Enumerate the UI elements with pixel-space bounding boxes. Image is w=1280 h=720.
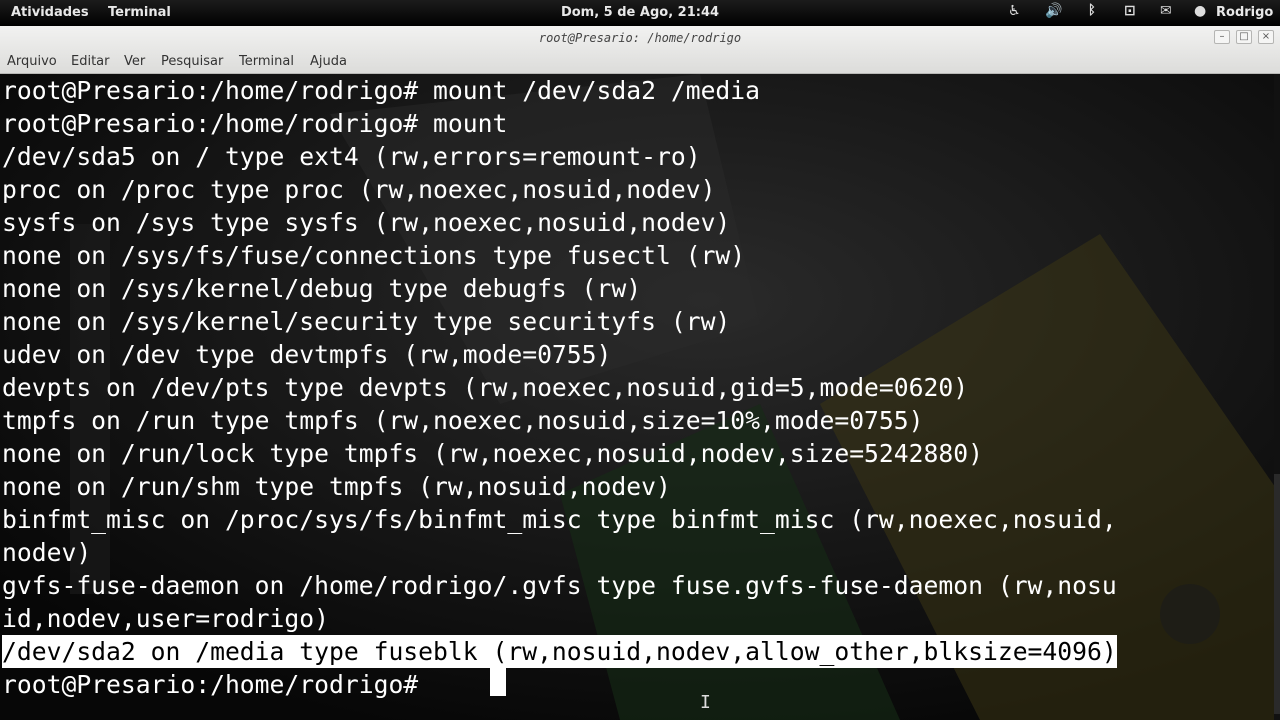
scrollbar[interactable] — [1274, 74, 1280, 720]
menu-ajuda[interactable]: Ajuda — [310, 54, 347, 69]
terminal-line: binfmt_misc on /proc/sys/fs/binfmt_misc … — [2, 505, 1117, 534]
scrollbar-thumb[interactable] — [1274, 474, 1280, 714]
terminal-line: id,nodev,user=rodrigo) — [2, 604, 329, 633]
terminal-line: udev on /dev type devtmpfs (rw,mode=0755… — [2, 340, 612, 369]
accessibility-icon[interactable]: ♿ — [1008, 3, 1021, 19]
menu-pesquisar[interactable]: Pesquisar — [161, 54, 223, 69]
terminal-line: none on /run/shm type tmpfs (rw,nosuid,n… — [2, 472, 671, 501]
volume-icon[interactable]: 🔊 — [1045, 3, 1062, 19]
terminal-line: none on /run/lock type tmpfs (rw,noexec,… — [2, 439, 983, 468]
chat-icon[interactable]: ✉ — [1160, 3, 1172, 19]
terminal-line: tmpfs on /run type tmpfs (rw,noexec,nosu… — [2, 406, 924, 435]
menu-editar[interactable]: Editar — [71, 54, 110, 69]
user-menu[interactable]: Rodrigo — [1216, 5, 1273, 20]
maximize-icon[interactable]: □ — [1236, 30, 1252, 44]
terminal-line: sysfs on /sys type sysfs (rw,noexec,nosu… — [2, 208, 731, 237]
mouse-ibeam-icon: I — [700, 692, 711, 713]
terminal-line: proc on /proc type proc (rw,noexec,nosui… — [2, 175, 716, 204]
menu-terminal[interactable]: Terminal — [239, 54, 294, 69]
top-bar: Atividades Terminal Dom, 5 de Ago, 21:44… — [0, 0, 1280, 26]
window-title: root@Presario: /home/rodrigo — [538, 31, 742, 45]
close-icon[interactable]: × — [1258, 30, 1274, 44]
terminal-line: none on /sys/kernel/security type securi… — [2, 307, 731, 336]
user-icon[interactable]: ● — [1194, 3, 1206, 19]
terminal-window-header: root@Presario: /home/rodrigo – □ × Arqui… — [0, 26, 1280, 74]
terminal-line: none on /sys/fs/fuse/connections type fu… — [2, 241, 746, 270]
terminal-line: devpts on /dev/pts type devpts (rw,noexe… — [2, 373, 969, 402]
terminal-line: /dev/sda5 on / type ext4 (rw,errors=remo… — [2, 142, 701, 171]
terminal-line: nodev) — [2, 538, 92, 567]
prompt-line: root@Presario:/home/rodrigo# — [2, 670, 434, 699]
terminal-line: root@Presario:/home/rodrigo# mount /dev/… — [2, 76, 761, 105]
network-icon[interactable]: ⊡ — [1124, 3, 1136, 19]
minimize-icon[interactable]: – — [1214, 30, 1230, 44]
menu-arquivo[interactable]: Arquivo — [7, 54, 57, 69]
selected-terminal-line[interactable]: /dev/sda2 on /media type fuseblk (rw,nos… — [2, 635, 1117, 668]
terminal-line: none on /sys/kernel/debug type debugfs (… — [2, 274, 642, 303]
terminal-line: gvfs-fuse-daemon on /home/rodrigo/.gvfs … — [2, 571, 1117, 600]
bluetooth-icon[interactable]: ᛒ — [1088, 3, 1096, 18]
terminal-output[interactable]: root@Presario:/home/rodrigo# mount /dev/… — [0, 74, 1280, 720]
menu-ver[interactable]: Ver — [124, 54, 145, 69]
terminal-line: root@Presario:/home/rodrigo# mount — [2, 109, 508, 138]
text-cursor — [490, 666, 506, 696]
